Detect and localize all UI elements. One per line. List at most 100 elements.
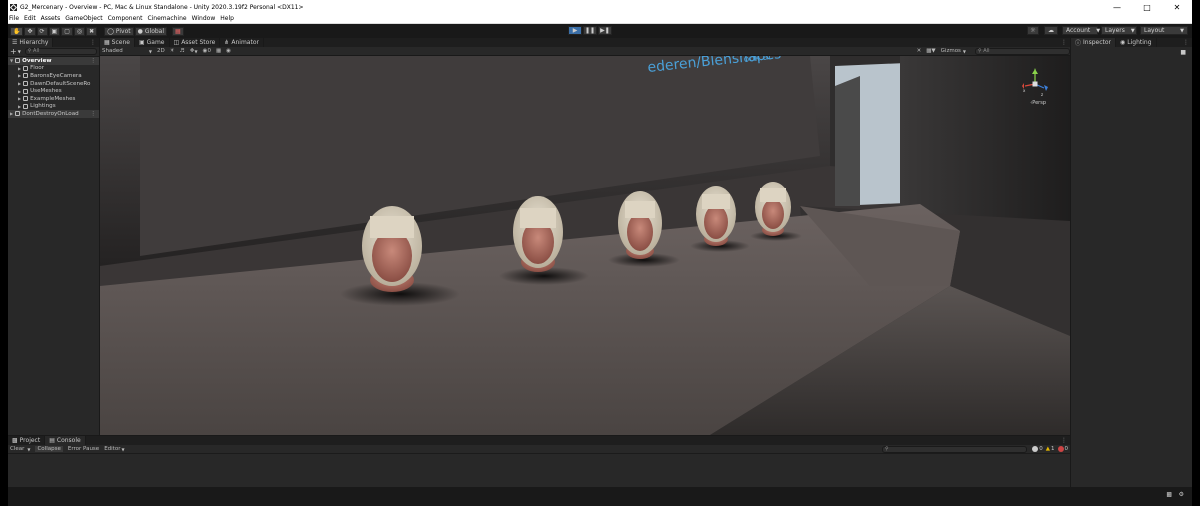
- tab-console[interactable]: ▤ Console: [45, 436, 86, 445]
- tab-animator[interactable]: ⋔ Animator: [220, 38, 264, 47]
- menu-edit[interactable]: Edit: [24, 15, 36, 22]
- expand-icon[interactable]: ▶: [18, 104, 21, 109]
- scene-search-input[interactable]: ⚲ All: [975, 47, 1070, 55]
- hierarchy-scene-overview[interactable]: ▼ Overview ⋮: [8, 57, 99, 65]
- hierarchy-scene-dontdestroyonload[interactable]: ▶ DontDestroyOnLoad ⋮: [8, 110, 99, 118]
- rotate-tool-button[interactable]: ⟳: [36, 26, 48, 36]
- lock-icon[interactable]: ■: [1180, 49, 1186, 56]
- editor-label: Editor: [104, 446, 121, 452]
- step-button[interactable]: ▶❚: [598, 26, 612, 35]
- transform-tool-button[interactable]: ◎: [73, 26, 86, 36]
- scene-icon: [15, 58, 21, 64]
- camera-icon[interactable]: ▩▼: [926, 48, 935, 54]
- hierarchy-item-examplemeshes[interactable]: ▶ ExampleMeshes: [8, 95, 99, 103]
- tab-label: Scene: [111, 39, 130, 46]
- scale-tool-button[interactable]: ▣: [48, 26, 61, 36]
- hierarchy-search-input[interactable]: ⚲ All: [24, 48, 97, 55]
- menu-cinemachine[interactable]: Cinemachine: [147, 15, 186, 22]
- hierarchy-item-baronseyecamera[interactable]: ▶ BaronsEyeCamera: [8, 72, 99, 80]
- expand-icon[interactable]: ▶: [18, 96, 21, 101]
- move-tool-button[interactable]: ✥: [24, 26, 36, 36]
- progress-icon[interactable]: ▩: [1166, 491, 1172, 498]
- tab-lighting[interactable]: ◉ Lighting: [1116, 38, 1157, 47]
- audio-toggle-icon[interactable]: ♬: [180, 48, 185, 54]
- tab-game[interactable]: ▣ Game: [134, 38, 170, 47]
- menu-assets[interactable]: Assets: [41, 15, 61, 22]
- rect-tool-button[interactable]: ▢: [61, 26, 73, 36]
- expand-icon[interactable]: ▼: [10, 58, 13, 63]
- tools-icon[interactable]: ✕: [917, 48, 922, 54]
- hierarchy-item-dawndefaultscene[interactable]: ▶ DawnDefaultSceneRo: [8, 80, 99, 88]
- warning-count-toggle[interactable]: ▲ 1: [1046, 446, 1055, 452]
- custom-tool-button[interactable]: ✖: [86, 26, 98, 36]
- hidden-objects-toggle[interactable]: ◉ 0: [203, 48, 211, 54]
- minimize-icon[interactable]: —: [1102, 0, 1132, 14]
- log-count-toggle[interactable]: 0: [1032, 446, 1043, 452]
- shading-dropdown[interactable]: Shaded ▼: [102, 48, 152, 54]
- effects-toggle[interactable]: ❖ ▼: [190, 48, 198, 54]
- tab-hierarchy[interactable]: ☰ Hierarchy: [8, 38, 54, 47]
- global-toggle[interactable]: ● Global: [134, 26, 168, 36]
- layers-dropdown[interactable]: Layers ▼: [1101, 26, 1137, 35]
- tab-label: Asset Store: [181, 39, 216, 46]
- more-icon[interactable]: ⋮: [90, 111, 96, 117]
- tab-label: Game: [146, 39, 165, 46]
- hand-tool-button[interactable]: ✋: [10, 26, 24, 36]
- tab-asset-store[interactable]: ◫ Asset Store: [169, 38, 221, 47]
- collab-button[interactable]: ▦: [172, 26, 184, 36]
- expand-icon[interactable]: ▶: [18, 81, 21, 86]
- more-icon[interactable]: ⋮: [90, 39, 96, 46]
- global-label: Global: [144, 27, 165, 35]
- expand-icon[interactable]: ▶: [10, 111, 13, 116]
- close-icon[interactable]: ✕: [1162, 0, 1192, 14]
- more-icon[interactable]: ⋮: [90, 58, 96, 64]
- menu-file[interactable]: File: [9, 15, 19, 22]
- hierarchy-item-floor[interactable]: ▶ Floor: [8, 65, 99, 73]
- debug-icon[interactable]: ⚙: [1179, 491, 1184, 498]
- orientation-gizmo[interactable]: y x z: [1022, 68, 1048, 100]
- collapse-toggle[interactable]: Collapse: [35, 446, 63, 452]
- menu-help[interactable]: Help: [220, 15, 234, 22]
- tab-inspector[interactable]: ⓘ Inspector: [1071, 38, 1117, 47]
- maximize-icon[interactable]: □: [1132, 0, 1162, 14]
- menu-gameobject[interactable]: GameObject: [65, 15, 102, 22]
- expand-icon[interactable]: ▶: [18, 89, 21, 94]
- hierarchy-item-lightings[interactable]: ▶ Lightings: [8, 103, 99, 111]
- 2d-toggle[interactable]: 2D: [157, 48, 165, 54]
- menu-window[interactable]: Window: [192, 15, 216, 22]
- services-icon[interactable]: ☼: [1027, 26, 1039, 35]
- expand-icon[interactable]: ▶: [18, 66, 21, 71]
- add-icon[interactable]: +: [10, 47, 17, 56]
- error-count-toggle[interactable]: 0: [1057, 446, 1068, 452]
- tab-project[interactable]: ▩ Project: [8, 436, 46, 445]
- cloud-icon[interactable]: ☁: [1044, 26, 1058, 35]
- layout-dropdown[interactable]: Layout ▼: [1140, 26, 1188, 35]
- console-search-input[interactable]: ⚲: [882, 445, 1027, 453]
- clear-dropdown[interactable]: Clear ▼: [10, 446, 30, 452]
- clear-label: Clear: [10, 446, 25, 452]
- hierarchy-item-usemeshes[interactable]: ▶ UseMeshes: [8, 87, 99, 95]
- z-axis-cone-icon[interactable]: [1044, 85, 1048, 91]
- hierarchy-item-label: ExampleMeshes: [30, 95, 76, 102]
- account-dropdown[interactable]: Account ▼: [1062, 26, 1100, 35]
- expand-icon[interactable]: ▶: [18, 73, 21, 78]
- grid-toggle-icon[interactable]: ▦: [216, 48, 221, 54]
- projection-toggle[interactable]: ‹Persp: [1030, 100, 1046, 106]
- tab-scene[interactable]: ▦ Scene: [100, 38, 135, 47]
- pivot-toggle[interactable]: ◯ Pivot: [104, 26, 134, 36]
- more-icon[interactable]: ⋮: [1061, 437, 1067, 444]
- error-pause-toggle[interactable]: Error Pause: [68, 446, 99, 452]
- more-icon[interactable]: ⋮: [1183, 39, 1189, 46]
- list-icon: ☰: [12, 39, 18, 46]
- editor-dropdown[interactable]: Editor ▼: [104, 446, 124, 452]
- play-button[interactable]: ▶: [568, 26, 582, 35]
- lighting-toggle-icon[interactable]: ☀: [170, 48, 175, 54]
- pause-button[interactable]: ❚❚: [583, 26, 597, 35]
- camera-settings-icon[interactable]: ◉: [226, 48, 231, 54]
- chevron-down-icon[interactable]: ▼: [18, 49, 21, 54]
- menu-component[interactable]: Component: [108, 15, 143, 22]
- more-icon[interactable]: ⋮: [1061, 39, 1067, 46]
- gizmos-dropdown[interactable]: Gizmos ▼: [941, 48, 966, 54]
- scene-viewport[interactable]: ederen/Blenshapes ook.at y x z ‹Persp: [100, 56, 1070, 435]
- gizmo-center-icon[interactable]: [1032, 81, 1038, 87]
